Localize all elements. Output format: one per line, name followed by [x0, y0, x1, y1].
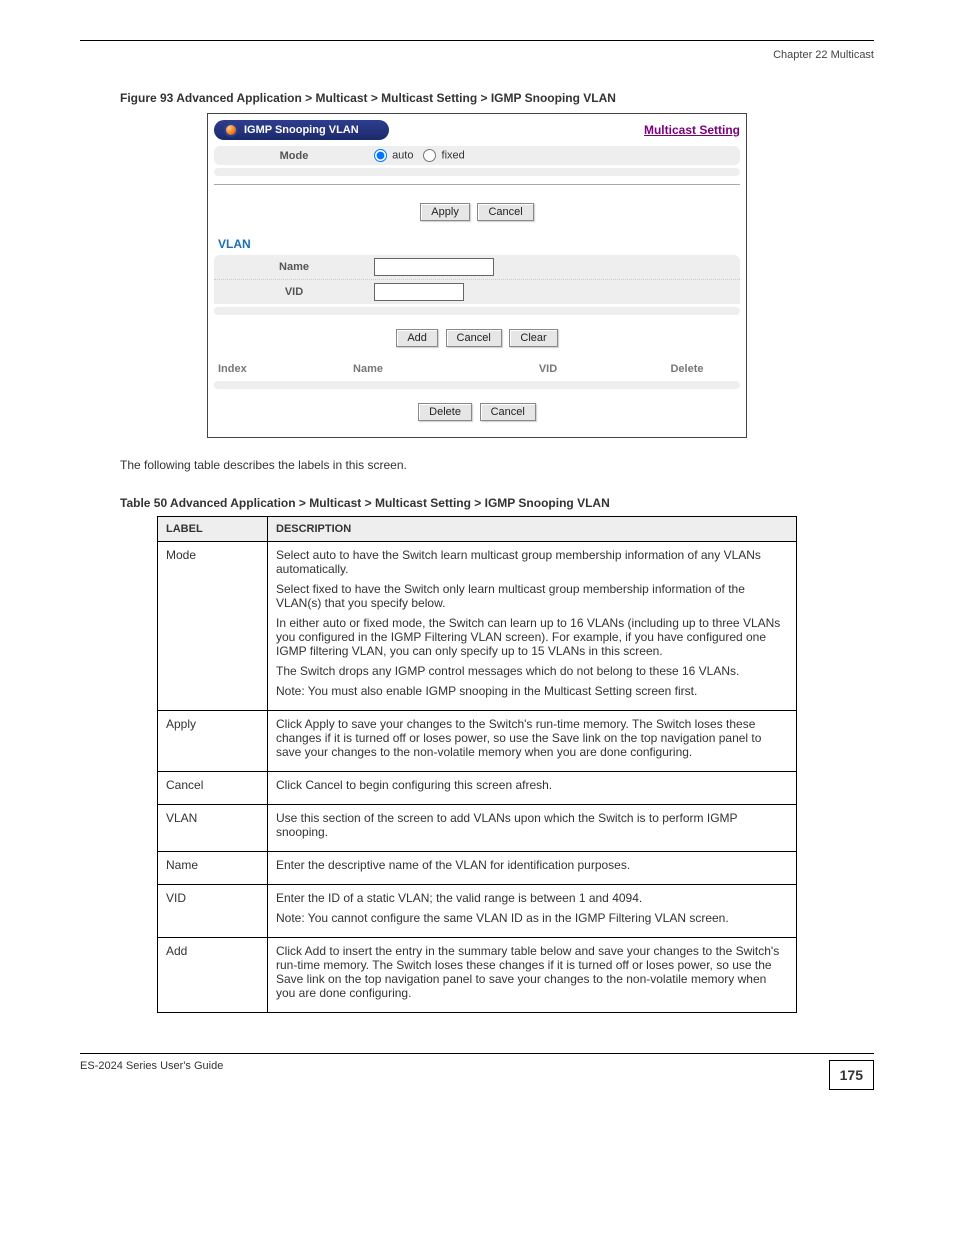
row-description: Enter the descriptive name of the VLAN f…	[268, 852, 797, 885]
col-index: Index	[218, 363, 278, 375]
delete-button[interactable]: Delete	[418, 403, 472, 421]
mode-label: Mode	[214, 150, 374, 162]
vid-label: VID	[214, 286, 374, 298]
table-row: VLANUse this section of the screen to ad…	[158, 805, 797, 852]
page-number: 175	[829, 1060, 874, 1090]
cancel-button-top[interactable]: Cancel	[477, 203, 533, 221]
row-description: Click Add to insert the entry in the sum…	[268, 938, 797, 1013]
table-intro: The following table describes the labels…	[120, 458, 834, 472]
row-description: Enter the ID of a static VLAN; the valid…	[268, 885, 797, 938]
row-description: Click Cancel to begin configuring this s…	[268, 772, 797, 805]
chapter-header: Chapter 22 Multicast	[80, 49, 874, 61]
col-vid: VID	[458, 363, 638, 375]
table-row: ApplyClick Apply to save your changes to…	[158, 711, 797, 772]
row-label: Apply	[158, 711, 268, 772]
description-table: LABEL DESCRIPTION ModeSelect auto to hav…	[157, 516, 797, 1013]
th-description: DESCRIPTION	[268, 517, 797, 542]
name-input[interactable]	[374, 258, 494, 276]
table-row: ModeSelect auto to have the Switch learn…	[158, 542, 797, 711]
table-row: NameEnter the descriptive name of the VL…	[158, 852, 797, 885]
table-row: AddClick Add to insert the entry in the …	[158, 938, 797, 1013]
apply-button[interactable]: Apply	[420, 203, 470, 221]
mode-fixed-radio[interactable]: fixed	[423, 149, 464, 162]
clear-button[interactable]: Clear	[509, 329, 557, 347]
row-label: Cancel	[158, 772, 268, 805]
panel-title: IGMP Snooping VLAN	[244, 124, 359, 136]
row-description: Select auto to have the Switch learn mul…	[268, 542, 797, 711]
table-row: VIDEnter the ID of a static VLAN; the va…	[158, 885, 797, 938]
row-label: Add	[158, 938, 268, 1013]
row-label: Name	[158, 852, 268, 885]
table-row: CancelClick Cancel to begin configuring …	[158, 772, 797, 805]
table-caption: Table 50 Advanced Application > Multicas…	[120, 496, 874, 510]
vid-input[interactable]	[374, 283, 464, 301]
row-label: VLAN	[158, 805, 268, 852]
orb-icon	[224, 123, 238, 137]
mode-auto-radio[interactable]: auto	[374, 149, 413, 162]
th-label: LABEL	[158, 517, 268, 542]
cancel-button-bottom[interactable]: Cancel	[480, 403, 536, 421]
row-description: Use this section of the screen to add VL…	[268, 805, 797, 852]
cancel-button-mid[interactable]: Cancel	[446, 329, 502, 347]
row-label: Mode	[158, 542, 268, 711]
col-name: Name	[278, 363, 458, 375]
multicast-setting-link[interactable]: Multicast Setting	[644, 123, 740, 137]
figure-caption: Figure 93 Advanced Application > Multica…	[120, 91, 874, 105]
row-description: Click Apply to save your changes to the …	[268, 711, 797, 772]
footer-book-title: ES-2024 Series User's Guide	[80, 1060, 223, 1072]
row-label: VID	[158, 885, 268, 938]
panel-title-pill: IGMP Snooping VLAN	[214, 120, 389, 140]
igmp-snooping-vlan-panel: IGMP Snooping VLAN Multicast Setting Mod…	[207, 113, 747, 438]
list-header: Index Name VID Delete	[214, 357, 740, 381]
vlan-section-title: VLAN	[214, 231, 740, 255]
name-label: Name	[214, 261, 374, 273]
col-delete: Delete	[638, 363, 736, 375]
add-button[interactable]: Add	[396, 329, 438, 347]
